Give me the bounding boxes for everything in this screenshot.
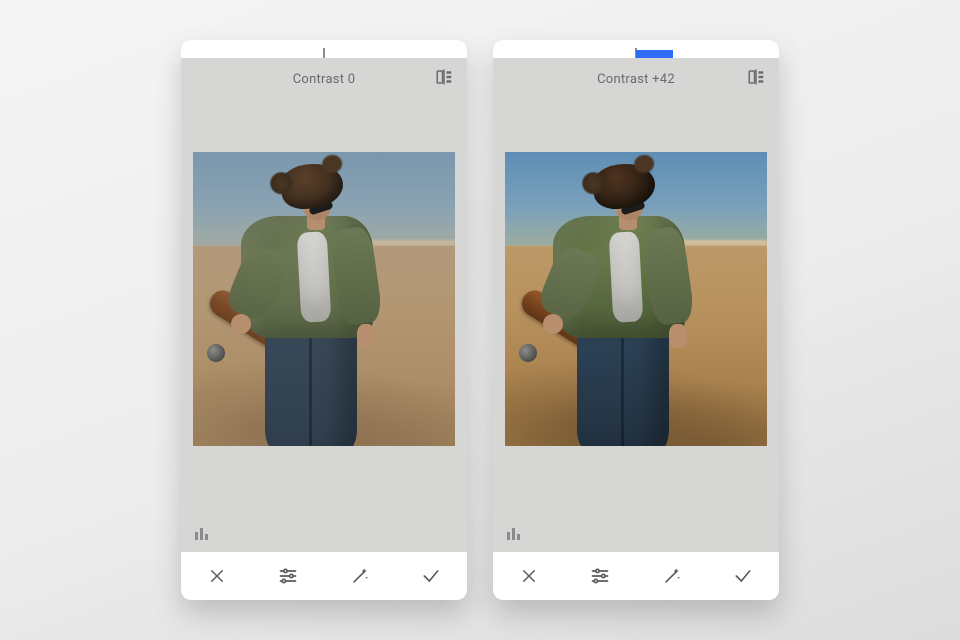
editor-screen-after: Contrast +42 xyxy=(493,40,779,600)
magic-wand-icon[interactable] xyxy=(348,564,372,588)
compare-icon[interactable] xyxy=(747,68,765,90)
histogram-dock xyxy=(493,514,779,552)
adjustment-label: Contrast +42 xyxy=(597,72,675,87)
adjustment-label: Contrast 0 xyxy=(293,72,356,87)
image-canvas[interactable] xyxy=(493,100,779,514)
histogram-icon[interactable] xyxy=(507,526,525,540)
photo-preview xyxy=(505,152,767,446)
magic-wand-icon[interactable] xyxy=(660,564,684,588)
photo-preview xyxy=(193,152,455,446)
comparison-stage: Contrast 0 xyxy=(0,0,960,640)
image-canvas[interactable] xyxy=(181,100,467,514)
histogram-icon[interactable] xyxy=(195,526,213,540)
bottom-toolbar xyxy=(181,552,467,600)
adjustment-header: Contrast 0 xyxy=(181,58,467,100)
contrast-slider[interactable] xyxy=(493,50,779,58)
contrast-slider[interactable] xyxy=(181,50,467,58)
tune-icon[interactable] xyxy=(276,564,300,588)
cancel-button[interactable] xyxy=(205,564,229,588)
histogram-dock xyxy=(181,514,467,552)
apply-button[interactable] xyxy=(731,564,755,588)
tune-icon[interactable] xyxy=(588,564,612,588)
adjustment-header: Contrast +42 xyxy=(493,58,779,100)
bottom-toolbar xyxy=(493,552,779,600)
compare-icon[interactable] xyxy=(435,68,453,90)
cancel-button[interactable] xyxy=(517,564,541,588)
slider-fill xyxy=(636,50,673,58)
apply-button[interactable] xyxy=(419,564,443,588)
editor-screen-before: Contrast 0 xyxy=(181,40,467,600)
